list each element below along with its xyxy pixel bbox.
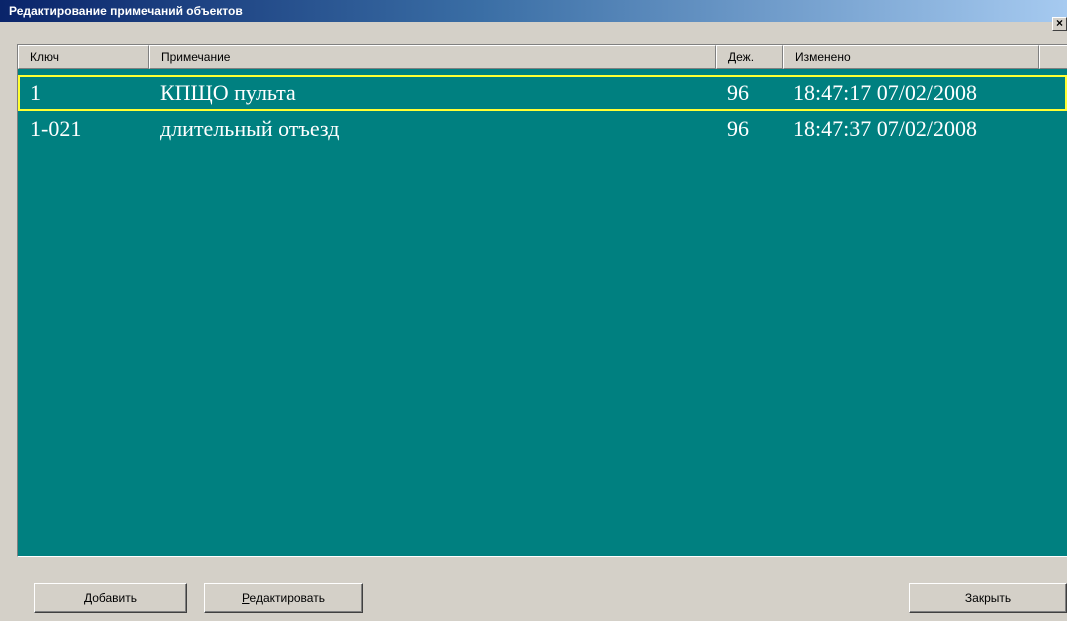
column-header-note[interactable]: Примечание — [149, 45, 716, 69]
row-changed: 18:47:17 07/02/2008 — [793, 80, 977, 105]
close-icon[interactable]: × — [1052, 17, 1067, 31]
table-row[interactable]: 1-021 длительный отъезд 96 18:47:37 07/0… — [18, 111, 1067, 147]
add-button-label: обавить — [92, 591, 138, 605]
row-changed: 18:47:37 07/02/2008 — [793, 116, 977, 141]
row-key: 1 — [30, 80, 41, 105]
row-note: КПЩО пульта — [160, 80, 296, 105]
close-button-label: Закрыть — [964, 591, 1012, 605]
row-key: 1-021 — [30, 116, 82, 141]
row-duty: 96 — [727, 80, 749, 105]
edit-button[interactable]: Редактировать — [204, 583, 363, 613]
list-body[interactable]: 1 КПЩО пульта 96 18:47:17 07/02/2008 1-0… — [18, 69, 1067, 556]
add-button[interactable]: Добавить — [34, 583, 187, 613]
title-bar[interactable]: Редактирование примечаний объектов — [0, 0, 1067, 22]
list-header: Ключ Примечание Деж. Изменено — [18, 45, 1067, 69]
row-note: длительный отъезд — [160, 116, 340, 141]
edit-button-mnemonic: Р — [242, 591, 250, 605]
window-title: Редактирование примечаний объектов — [9, 4, 243, 18]
row-duty: 96 — [727, 116, 749, 141]
close-button[interactable]: Закрыть — [909, 583, 1067, 613]
edit-button-label: едактировать — [249, 591, 325, 605]
notes-list[interactable]: Ключ Примечание Деж. Изменено 1 КПЩО пул… — [17, 44, 1067, 557]
add-button-mnemonic: Д — [83, 591, 93, 605]
table-row[interactable]: 1 КПЩО пульта 96 18:47:17 07/02/2008 — [18, 75, 1067, 111]
column-header-duty[interactable]: Деж. — [716, 45, 783, 69]
column-header-filler — [1039, 45, 1067, 69]
column-header-changed[interactable]: Изменено — [783, 45, 1039, 69]
column-header-key[interactable]: Ключ — [18, 45, 149, 69]
